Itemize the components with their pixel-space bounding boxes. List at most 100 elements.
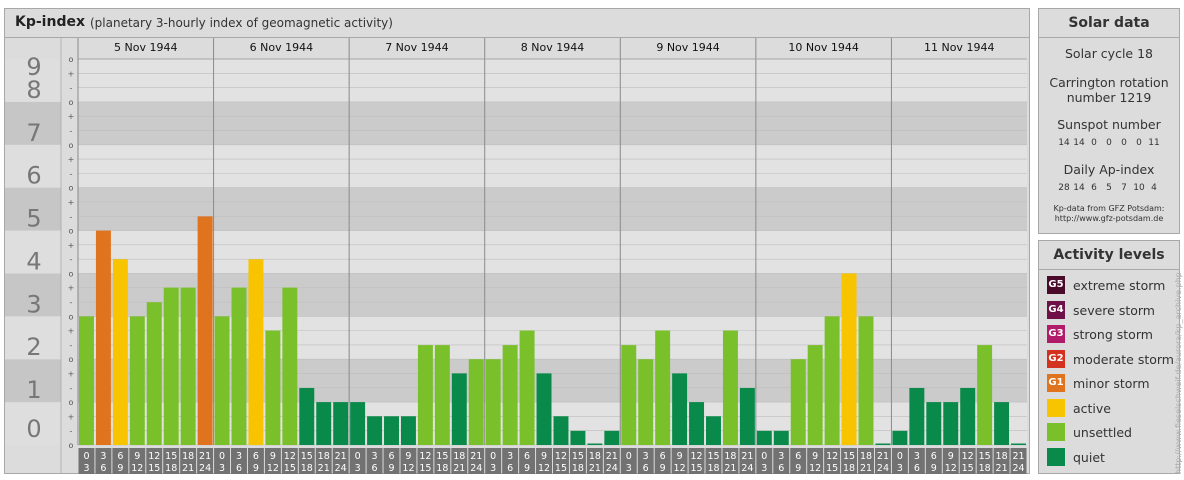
kp-bar xyxy=(689,402,705,445)
interval-start: 15 xyxy=(436,451,448,462)
interval-end: 24 xyxy=(470,463,482,474)
legend-label: active xyxy=(1073,400,1111,416)
chart-title: Kp-index xyxy=(15,14,85,30)
interval-end: 9 xyxy=(117,463,123,474)
solar-data-panel: Solar data Solar cycle 18 Carrington rot… xyxy=(1038,8,1180,234)
interval-start: 9 xyxy=(405,451,411,462)
kp-bar xyxy=(231,287,247,445)
legend-swatch: G1 xyxy=(1047,374,1065,392)
kp-bar xyxy=(536,373,552,445)
kp-bar xyxy=(875,443,891,445)
y-minor-mark: - xyxy=(70,126,73,135)
kp-bar xyxy=(621,345,637,445)
solar-title: Solar data xyxy=(1068,15,1150,31)
interval-end: 18 xyxy=(707,463,719,474)
interval-start: 9 xyxy=(541,451,547,462)
interval-start: 18 xyxy=(860,451,872,462)
ap-value-3: 6 xyxy=(1091,183,1097,193)
kp-bar xyxy=(367,416,383,445)
interval-end: 24 xyxy=(741,463,753,474)
chart-header: Kp-index (planetary 3-hourly index of ge… xyxy=(5,9,1029,38)
interval-start: 15 xyxy=(707,451,719,462)
interval-end: 24 xyxy=(335,463,347,474)
y-minor-mark: + xyxy=(68,241,75,250)
legend-label: severe storm xyxy=(1073,302,1155,318)
kp-bar xyxy=(434,345,450,445)
sunspot-value-2: 14 xyxy=(1073,138,1085,148)
kp-bar xyxy=(706,416,721,445)
interval-start: 12 xyxy=(148,451,160,462)
kp-bar xyxy=(265,330,281,445)
y-minor-mark: - xyxy=(70,341,73,350)
interval-start: 3 xyxy=(236,451,242,462)
chart-subtitle: (planetary 3-hourly index of geomagnetic… xyxy=(90,16,393,30)
ap-value-7: 4 xyxy=(1151,183,1157,193)
y-minor-mark: + xyxy=(68,327,75,336)
interval-end: 6 xyxy=(643,463,649,474)
y-minor-mark: - xyxy=(70,169,73,178)
kp-bar xyxy=(214,316,230,445)
interval-start: 18 xyxy=(318,451,330,462)
y-minor-mark: o xyxy=(69,398,74,407)
kp-bar xyxy=(570,430,586,445)
ap-value-5: 7 xyxy=(1121,183,1127,193)
plot-band xyxy=(78,230,1027,274)
interval-end: 15 xyxy=(962,463,974,474)
interval-start: 18 xyxy=(453,451,465,462)
interval-end: 12 xyxy=(402,463,414,474)
interval-start: 6 xyxy=(388,451,394,462)
y-minor-mark: + xyxy=(68,155,75,164)
y-minor-mark: - xyxy=(70,212,73,221)
y-minor-mark: - xyxy=(70,298,73,307)
kp-bar xyxy=(1011,443,1026,445)
day-label: 5 Nov 1944 xyxy=(114,41,177,54)
interval-end: 3 xyxy=(626,463,632,474)
y-tick-label: 1 xyxy=(26,376,41,404)
y-minor-mark: + xyxy=(68,112,75,121)
legend-title: Activity levels xyxy=(1053,247,1165,263)
ap-value-1: 28 xyxy=(1058,183,1070,193)
kp-bar xyxy=(909,387,925,445)
interval-end: 21 xyxy=(724,463,736,474)
interval-start: 0 xyxy=(490,451,496,462)
interval-end: 12 xyxy=(674,463,686,474)
sunspot-value-5: 0 xyxy=(1121,138,1127,148)
ap-value-4: 5 xyxy=(1106,183,1112,193)
kp-bar xyxy=(960,387,976,445)
day-label: 10 Nov 1944 xyxy=(788,41,858,54)
sunspot-value-4: 0 xyxy=(1106,138,1112,148)
interval-end: 21 xyxy=(860,463,872,474)
y-minor-mark: - xyxy=(70,255,73,264)
interval-start: 0 xyxy=(761,451,767,462)
kp-bar xyxy=(79,316,94,445)
solar-cycle: Solar cycle 18 xyxy=(1064,46,1153,61)
interval-start: 18 xyxy=(996,451,1008,462)
interval-start: 18 xyxy=(724,451,736,462)
kp-bar xyxy=(977,345,993,445)
kp-bar xyxy=(672,373,688,445)
interval-end: 3 xyxy=(490,463,496,474)
ap-value-6: 10 xyxy=(1133,183,1145,193)
y-minor-mark: o xyxy=(69,441,74,450)
interval-end: 21 xyxy=(318,463,330,474)
interval-end: 6 xyxy=(914,463,920,474)
interval-start: 18 xyxy=(589,451,601,462)
sunspot-value-7: 11 xyxy=(1148,138,1160,148)
y-tick-label: 0 xyxy=(26,415,41,443)
kp-bar xyxy=(807,345,823,445)
legend-label: strong storm xyxy=(1073,327,1153,342)
interval-start: 0 xyxy=(355,451,361,462)
interval-start: 12 xyxy=(962,451,974,462)
interval-end: 3 xyxy=(355,463,361,474)
interval-end: 9 xyxy=(388,463,394,474)
kp-bar xyxy=(892,430,908,445)
kp-bar xyxy=(197,216,213,445)
interval-start: 9 xyxy=(677,451,683,462)
kp-bar xyxy=(756,430,772,445)
interval-start: 18 xyxy=(182,451,194,462)
interval-end: 15 xyxy=(419,463,431,474)
kp-bar xyxy=(468,359,484,445)
interval-start: 9 xyxy=(134,451,140,462)
kp-bar xyxy=(163,287,179,445)
kp-bar xyxy=(95,230,111,445)
